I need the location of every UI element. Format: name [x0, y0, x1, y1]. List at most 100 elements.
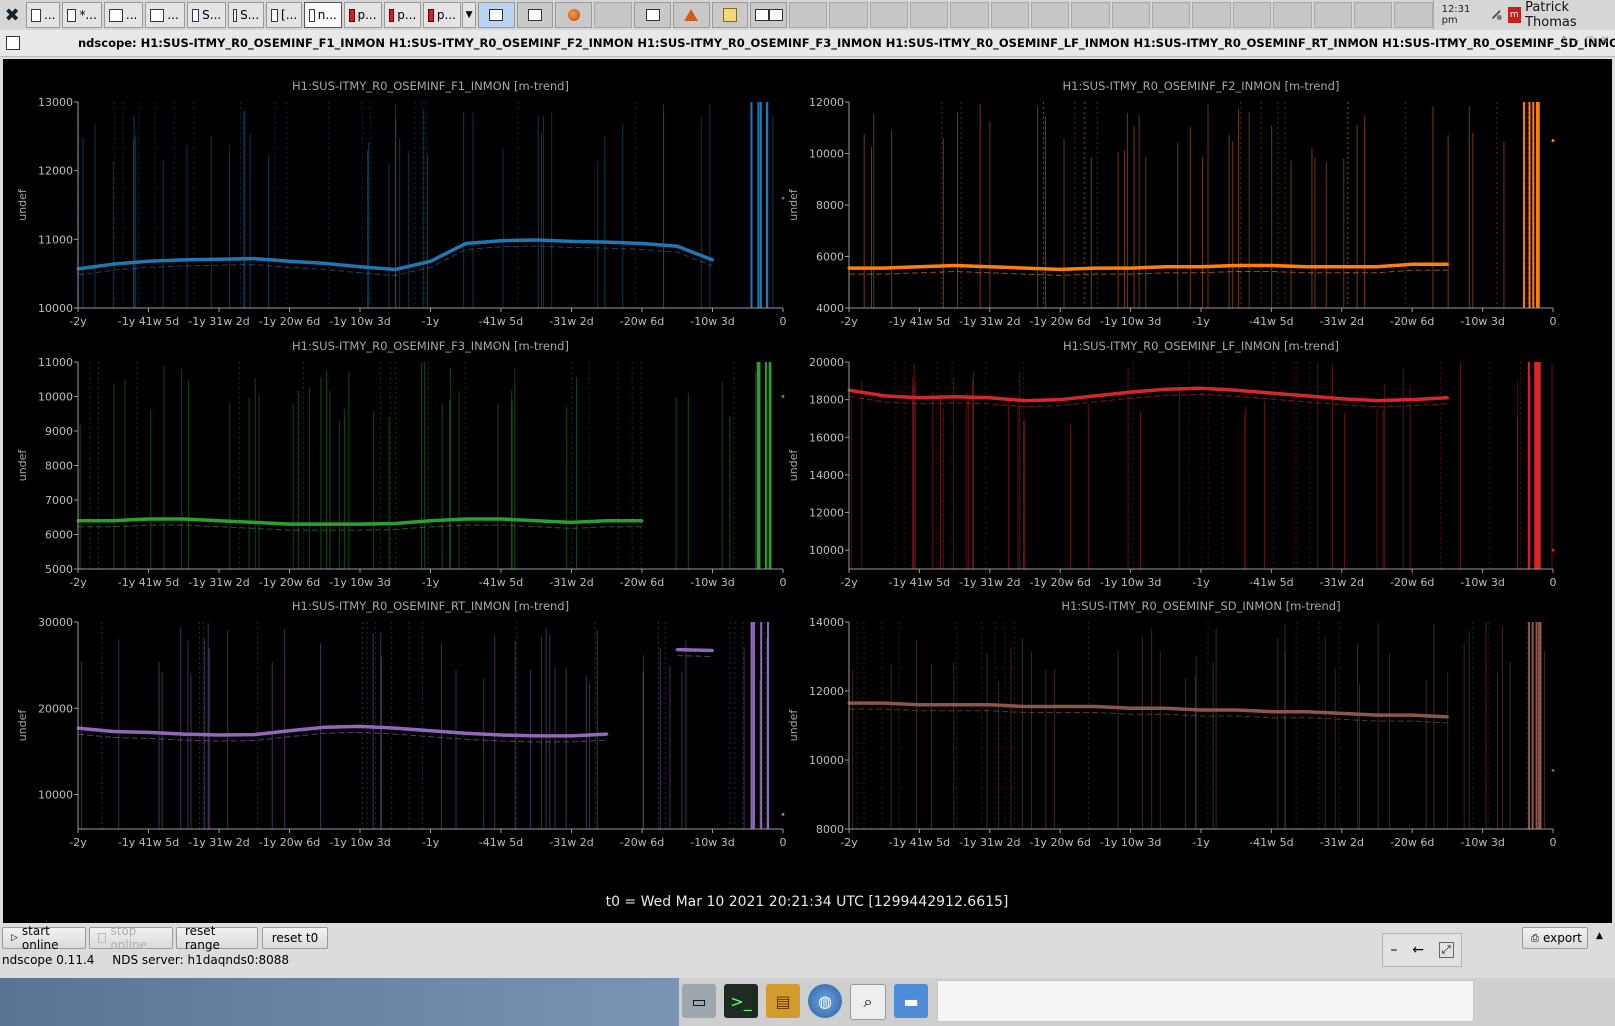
workspace-16[interactable] [1071, 2, 1110, 28]
x-tick-label: -20w 6d [620, 836, 664, 849]
export-button[interactable]: ⎙ export [1522, 927, 1588, 949]
task-item[interactable]: *... [62, 2, 102, 28]
window-icon [754, 9, 769, 21]
plot-canvas[interactable]: H1:SUS-ITMY_R0_OSEMINF_F1_INMON [m-trend… [3, 59, 1612, 923]
data-point [953, 703, 957, 707]
navigation-box: – ← ⤢ [1382, 933, 1462, 967]
workspace-1[interactable] [478, 2, 515, 28]
workspace-20[interactable] [1232, 2, 1272, 28]
task-overflow-button[interactable]: ▼ [461, 2, 477, 28]
task-item[interactable]: p... [423, 2, 461, 28]
data-point [429, 729, 432, 733]
task-item-ndscope[interactable]: n... [304, 2, 342, 28]
workspace-19[interactable] [1192, 2, 1231, 28]
workspace-23[interactable] [1353, 2, 1393, 28]
x-tick-label: 0 [1550, 836, 1557, 849]
workspace-7[interactable] [711, 2, 749, 28]
folder-icon[interactable]: ▬ [894, 984, 928, 1018]
data-point [1023, 399, 1027, 403]
globe-icon[interactable]: ◍ [808, 984, 842, 1018]
data-point [675, 244, 679, 248]
reset-t0-button[interactable]: reset t0 [262, 927, 328, 949]
stop-checkbox-icon [98, 933, 107, 943]
data-point [570, 734, 573, 738]
task-item[interactable]: S... [186, 2, 227, 28]
minimize-icon[interactable]: – [1574, 35, 1579, 46]
workspace-13[interactable] [950, 2, 989, 28]
task-label: n... [317, 8, 337, 22]
x-tick-label: -1y 41w 5d [889, 315, 950, 328]
data-point [252, 733, 256, 737]
collapse-arrow-icon[interactable]: ▲ [1596, 931, 1603, 941]
x-tick-label: -1y 10w 3d [1100, 315, 1161, 328]
x-tick-label: -31w 2d [549, 315, 593, 328]
workspace-10[interactable] [829, 2, 868, 28]
maximize-icon[interactable]: ▢ [1585, 35, 1594, 46]
stop-online-button[interactable]: stop online [89, 924, 173, 952]
y-tick-label: 6000 [816, 251, 844, 264]
workspace-5[interactable] [634, 2, 671, 28]
workspace-9[interactable] [788, 2, 828, 28]
drive-icon[interactable]: ▭ [682, 984, 716, 1018]
workspace-21[interactable] [1273, 2, 1312, 28]
search-document-icon[interactable]: ⌕ [850, 984, 886, 1020]
cabinet-icon[interactable]: ▤ [766, 984, 800, 1018]
workspace-15[interactable] [1030, 2, 1070, 28]
data-point [1305, 265, 1309, 269]
data-point [393, 726, 397, 730]
clock[interactable]: 12:31 pm [1432, 0, 1491, 30]
task-item[interactable]: [... [266, 2, 303, 28]
workspace-14[interactable] [990, 2, 1029, 28]
data-point [1164, 706, 1168, 710]
task-item[interactable]: p... [383, 2, 422, 28]
close-icon[interactable]: ✕ [1601, 35, 1609, 46]
workspace-24[interactable] [1394, 2, 1433, 28]
data-point [640, 241, 644, 245]
network-icon[interactable] [1490, 7, 1503, 23]
fit-view-icon[interactable]: ⤢ [1438, 942, 1454, 958]
reset-range-button[interactable]: reset range [176, 924, 258, 952]
start-menu-button[interactable]: ✖ [0, 1, 24, 29]
data-point [953, 395, 957, 399]
shade-icon[interactable]: ⇡ [1560, 35, 1568, 46]
data-point [1093, 266, 1097, 270]
x-tick-label: -10w 3d [690, 576, 734, 589]
workspace-2[interactable] [516, 2, 554, 28]
workspace-3[interactable] [555, 2, 592, 28]
workspace-18[interactable] [1152, 2, 1191, 28]
task-item[interactable]: p... [343, 2, 382, 28]
task-item[interactable]: S... [228, 2, 265, 28]
plot-grid[interactable]: H1:SUS-ITMY_R0_OSEMINF_F1_INMON [m-trend… [3, 59, 1612, 923]
x-tick-label: -20w 6d [1390, 836, 1434, 849]
window-menu-icon[interactable] [6, 36, 20, 50]
workspace-6[interactable] [672, 2, 710, 28]
workspace-8[interactable] [750, 2, 787, 28]
workspace-17[interactable] [1111, 2, 1151, 28]
workspace-12[interactable] [909, 2, 949, 28]
messenger-icon[interactable]: m [1507, 7, 1522, 23]
task-item[interactable]: ... [145, 2, 185, 28]
data-point [988, 265, 992, 269]
task-label: p... [436, 8, 456, 22]
back-arrow-icon[interactable]: ← [1412, 942, 1424, 958]
task-item[interactable]: ... [26, 2, 61, 28]
task-item[interactable]: ... [103, 2, 144, 28]
workspace-11[interactable] [869, 2, 908, 28]
x-tick-label: -20w 6d [620, 576, 664, 589]
workspace-4[interactable] [593, 2, 633, 28]
plot-title: H1:SUS-ITMY_R0_OSEMINF_LF_INMON [m-trend… [1063, 339, 1339, 353]
window-title: ndscope: H1:SUS-ITMY_R0_OSEMINF_F1_INMON… [78, 36, 1615, 50]
window-titlebar[interactable]: ndscope: H1:SUS-ITMY_R0_OSEMINF_F1_INMON… [0, 30, 1615, 57]
workspace-22[interactable] [1313, 2, 1352, 28]
zoom-out-icon[interactable]: – [1390, 942, 1397, 958]
x-tick-label: -1y 20w 6d [259, 576, 320, 589]
start-online-button[interactable]: ▷ start online [2, 924, 86, 952]
data-point [1129, 266, 1133, 270]
panel-field[interactable] [937, 980, 1474, 1022]
data-point [323, 522, 327, 526]
data-point [1199, 265, 1203, 269]
user-name[interactable]: Patrick Thomas [1525, 0, 1615, 30]
terminal-icon[interactable]: >_ [724, 984, 758, 1018]
data-point [917, 396, 921, 400]
y-tick-label: 14000 [809, 469, 844, 482]
